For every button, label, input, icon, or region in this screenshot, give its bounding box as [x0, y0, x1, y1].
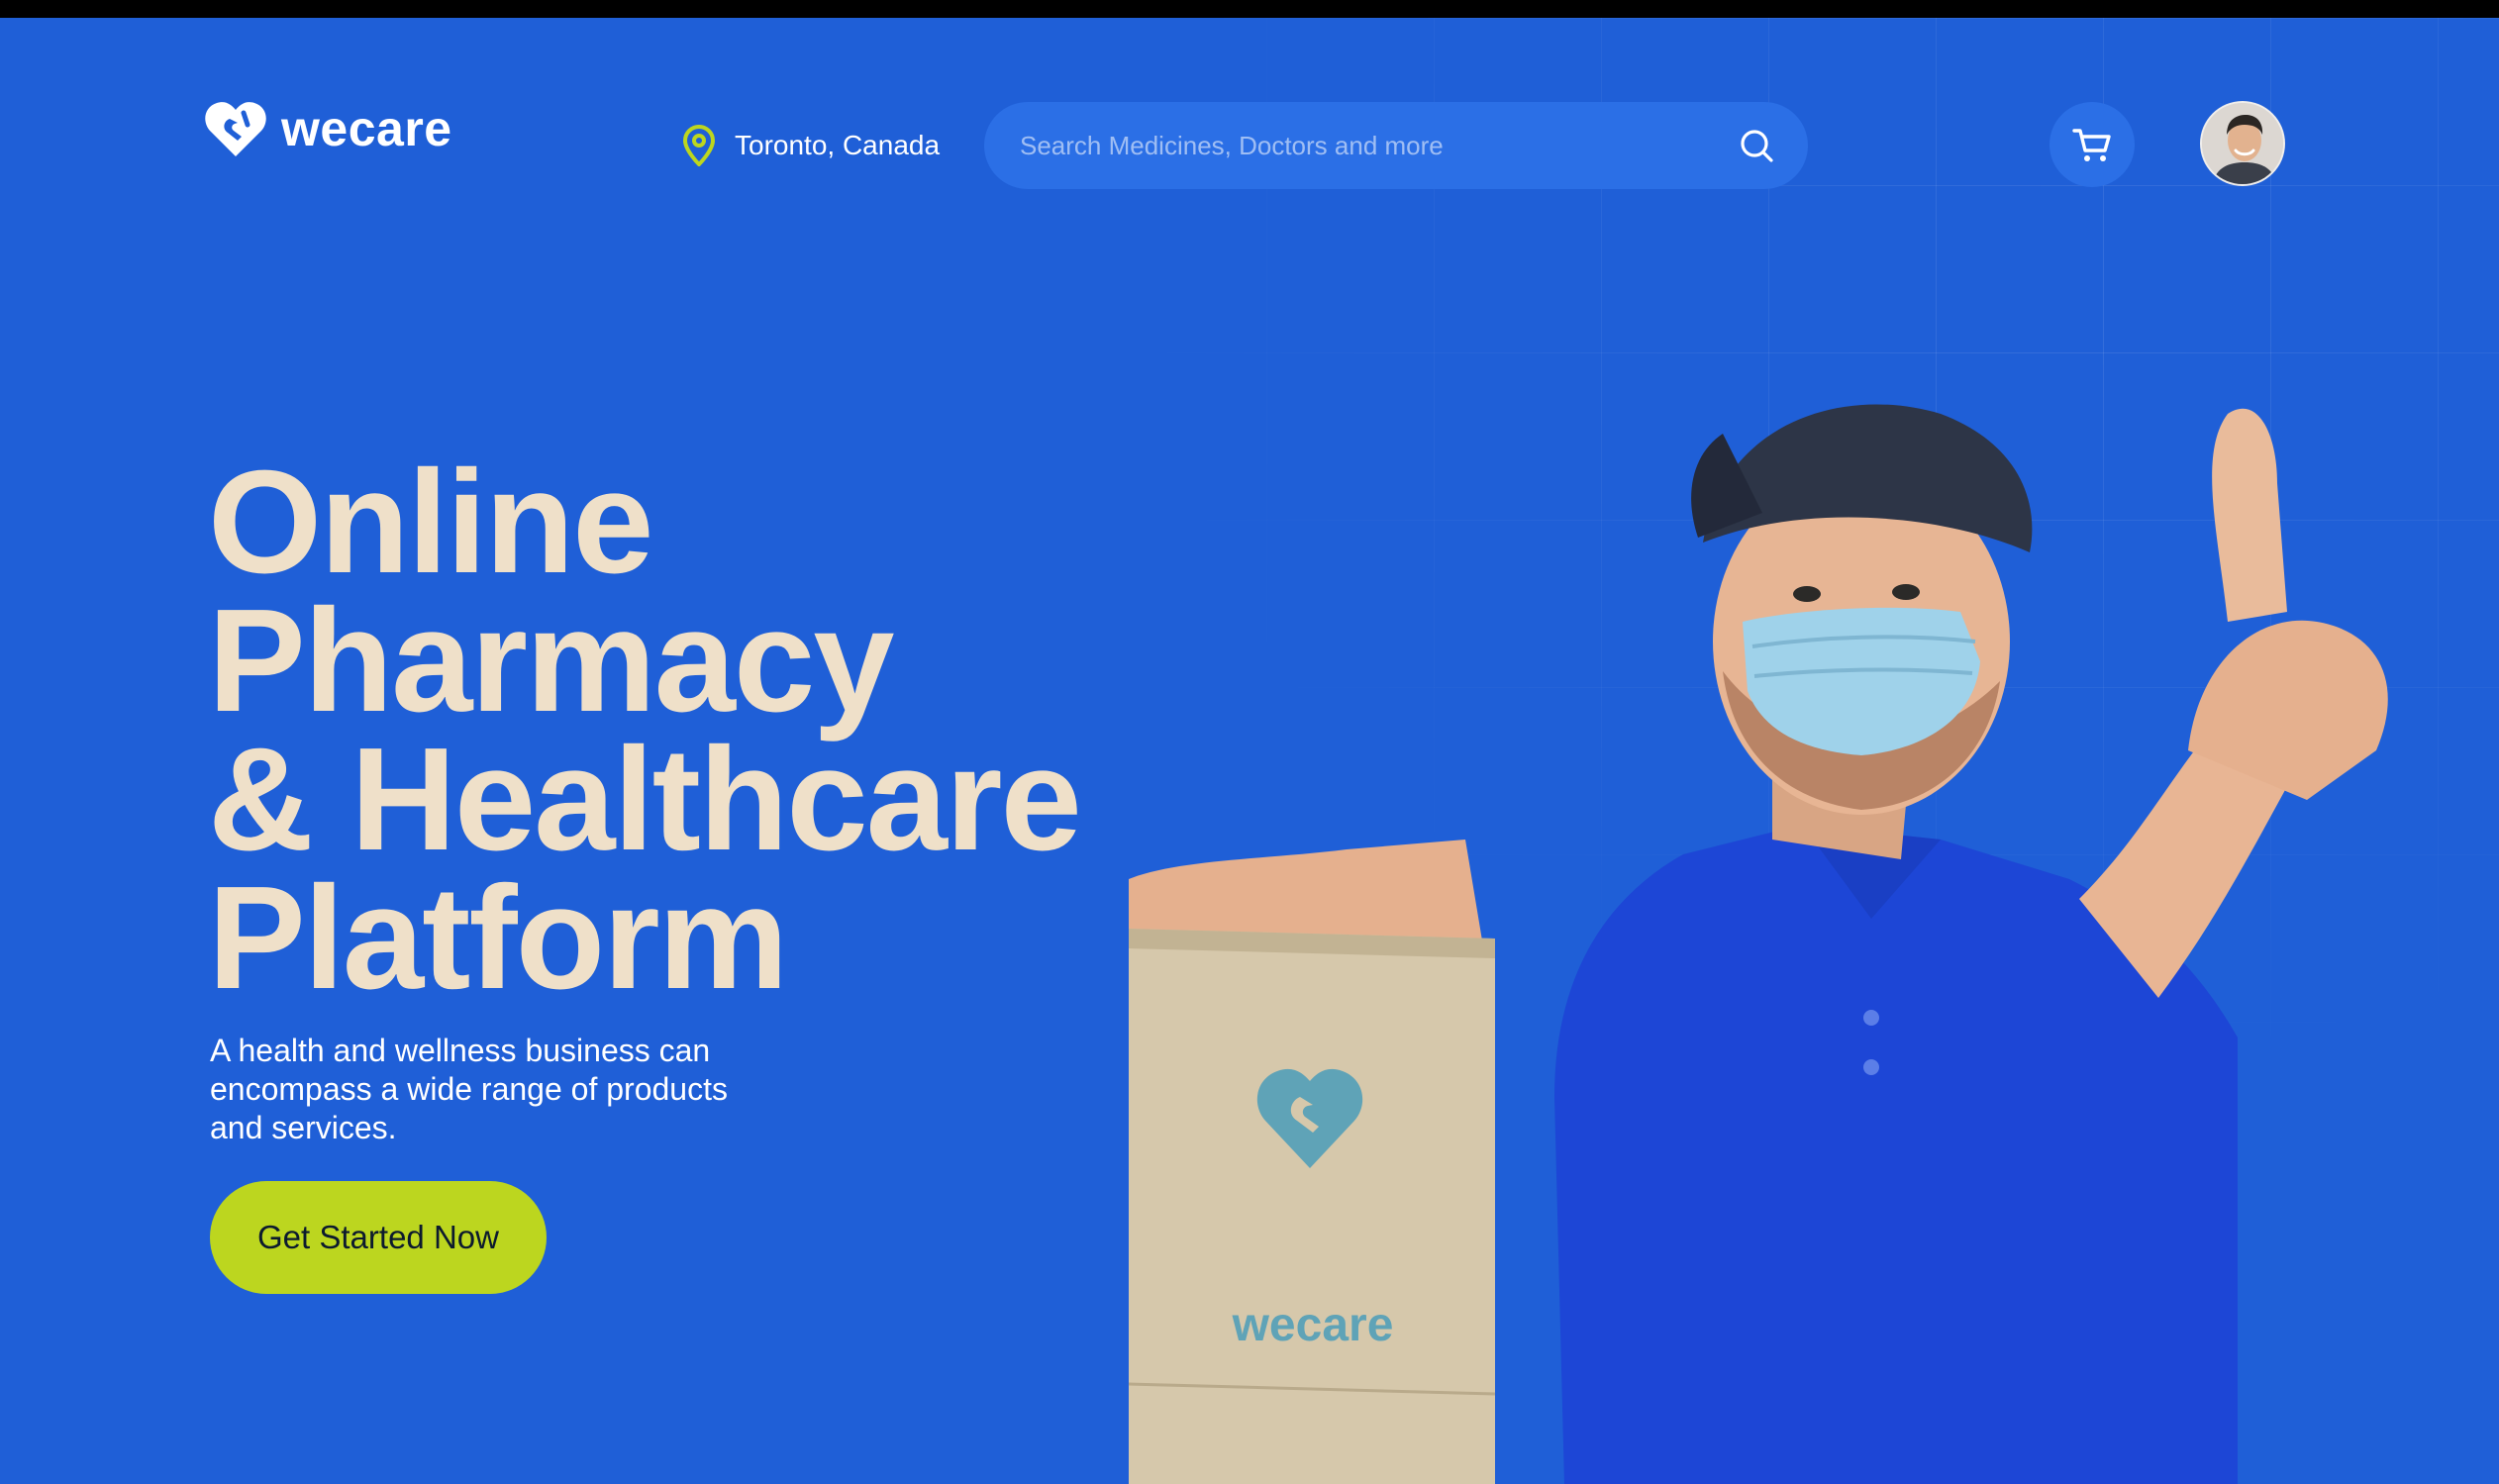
search-bar[interactable]: [984, 102, 1808, 189]
box-logo-text: wecare: [1232, 1299, 1394, 1351]
user-avatar-image: [2202, 103, 2283, 184]
avatar[interactable]: [2200, 101, 2285, 186]
hero-headline: Online Pharmacy & Healthcare Platform: [208, 441, 1082, 1020]
hero-page: wecare Toronto, Canada Search Medicines,…: [0, 18, 2499, 1484]
headline-line: & Healthcare: [208, 718, 1082, 881]
logo-heart-icon: [205, 102, 266, 156]
delivery-person-image: wecare: [1128, 404, 2388, 1484]
search-input[interactable]: [1020, 130, 1737, 161]
top-black-bar: [0, 0, 2499, 18]
location-selector[interactable]: Toronto, Canada: [681, 125, 940, 166]
get-started-button[interactable]: Get Started Now: [210, 1181, 547, 1294]
headline-line: Pharmacy: [208, 579, 895, 742]
brand-name: wecare: [281, 101, 452, 156]
location-label: Toronto, Canada: [735, 130, 941, 160]
hero-description: A health and wellness business can encom…: [210, 1033, 728, 1145]
headline-line: Online: [208, 441, 653, 604]
headline-line: Platform: [208, 856, 788, 1020]
location-pin-icon: [682, 125, 716, 166]
brand-logo[interactable]: wecare: [204, 99, 452, 158]
search-icon[interactable]: [1737, 126, 1776, 165]
cart-button[interactable]: [2049, 102, 2135, 187]
cart-icon: [2072, 129, 2111, 161]
